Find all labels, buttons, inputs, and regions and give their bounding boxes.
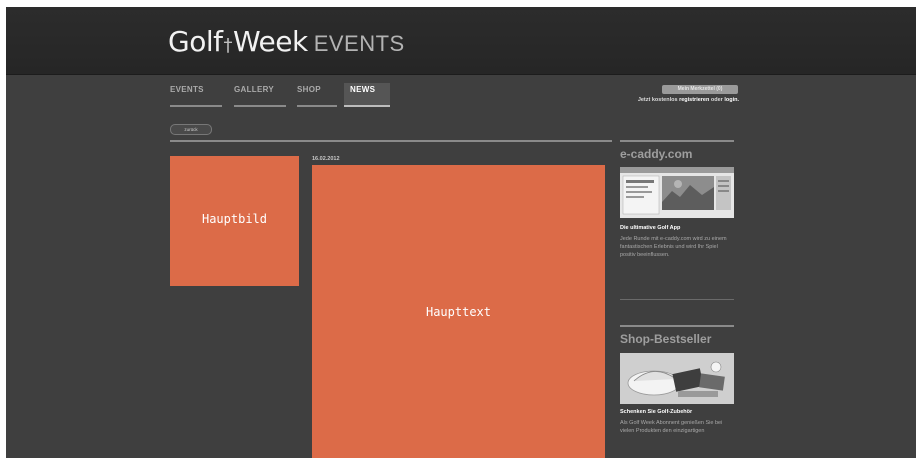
register-line: Jetzt kostenlos registrieren oder login.	[546, 97, 739, 103]
main-text-placeholder: Haupttext	[312, 165, 605, 458]
sidebar-rule-top	[620, 140, 734, 142]
article-date: 16.02.2012	[312, 156, 340, 162]
ecaddy-text: Jede Runde mit e-caddy.com wird zu einem…	[620, 236, 727, 258]
shop-text: Als Golf Week Abonnent genießen Sie bei …	[620, 420, 723, 434]
register-link[interactable]: registrieren	[679, 97, 709, 103]
ecaddy-heading[interactable]: e-caddy.com	[620, 147, 692, 161]
nav-tab-gallery[interactable]: GALLERY	[234, 83, 286, 107]
main-text-label: Haupttext	[425, 305, 492, 319]
shop-title[interactable]: Schenken Sie Golf-Zubehör	[620, 409, 692, 415]
ecaddy-screenshot-graphic	[620, 167, 734, 218]
golfer-icon: †	[223, 35, 232, 56]
nav-tab-shop[interactable]: SHOP	[297, 83, 337, 107]
nav-tab-news[interactable]: NEWS	[344, 83, 390, 107]
header-bar: Golf†Week EVENTS	[6, 7, 916, 75]
sidebar-divider	[620, 299, 734, 300]
ecaddy-title[interactable]: Die ultimative Golf App	[620, 225, 680, 231]
back-button[interactable]: zurück	[170, 124, 212, 135]
ecaddy-screenshot-image[interactable]	[620, 167, 734, 218]
register-or: oder	[710, 97, 723, 103]
main-image-label: Hauptbild	[201, 212, 268, 226]
logo-secondary: Week	[232, 25, 308, 58]
shop-product-image[interactable]	[620, 353, 734, 404]
shop-product-graphic	[620, 353, 734, 404]
sidebar-rule-shop	[620, 325, 734, 327]
main-image-placeholder: Hauptbild	[170, 156, 299, 286]
register-prefix: Jetzt kostenlos	[637, 97, 678, 103]
nav-tab-events[interactable]: EVENTS	[170, 83, 222, 107]
content-divider	[170, 140, 612, 142]
shop-heading[interactable]: Shop-Bestseller	[620, 332, 711, 346]
merkzettel-button[interactable]: Mein Merkzettel (0)	[662, 85, 738, 94]
site-logo[interactable]: Golf†Week EVENTS	[168, 25, 405, 58]
logo-events: EVENTS	[313, 31, 405, 56]
logo-primary: Golf	[168, 25, 223, 58]
page: Golf†Week EVENTS EVENTS GALLERY SHOP NEWS…	[6, 7, 916, 458]
login-link[interactable]: login.	[724, 97, 739, 103]
